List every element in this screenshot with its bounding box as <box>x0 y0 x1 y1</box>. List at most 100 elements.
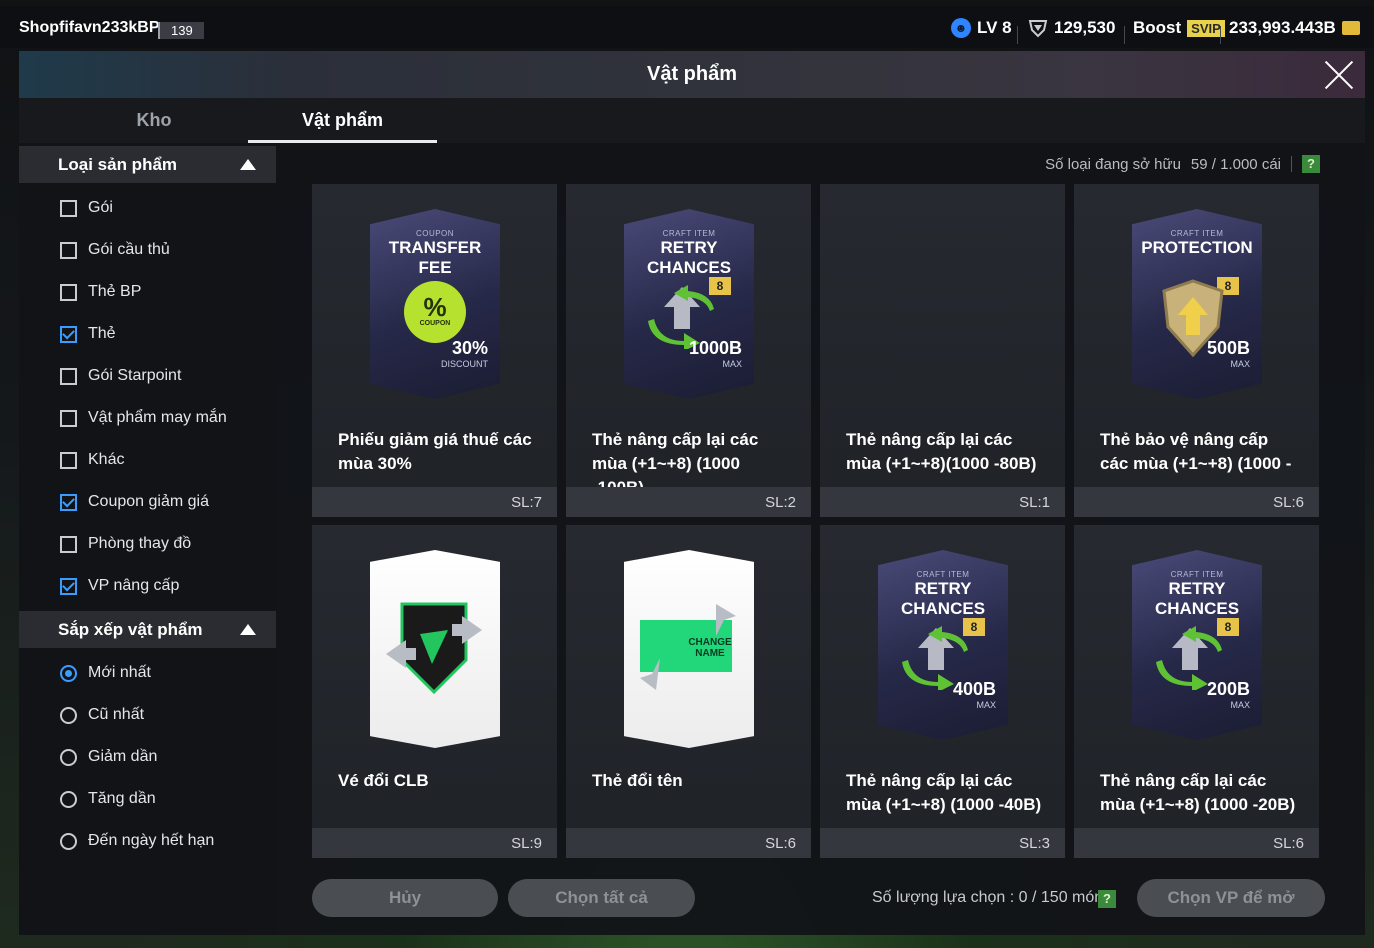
filter-player-packs[interactable]: Gói cầu thủ <box>60 241 170 259</box>
filter-label: Khác <box>88 451 125 468</box>
item-quantity: SL:3 <box>1019 835 1050 852</box>
filter-starpoint-packs[interactable]: Gói Starpoint <box>60 367 181 385</box>
level-indicator: ☻ LV 8 <box>951 18 1012 38</box>
title-bar: Vật phẩm <box>19 51 1365 98</box>
category-section-header[interactable]: Loại sản phẩm <box>19 146 276 183</box>
filter-lucky-items[interactable]: Vật phẩm may mắn <box>60 409 227 427</box>
art-value: 500B MAX <box>1207 338 1250 369</box>
sort-label: Giảm dần <box>88 748 158 765</box>
item-footer: SL:2 <box>566 487 811 517</box>
art-title: RETRY CHANCES <box>646 238 732 277</box>
checkbox[interactable] <box>60 409 77 427</box>
tab-storage[interactable]: Kho <box>59 98 249 143</box>
sort-label: Mới nhất <box>88 664 151 681</box>
filter-coupons[interactable]: Coupon giảm giá <box>60 493 209 511</box>
help-icon[interactable]: ? <box>1098 890 1116 908</box>
art-value-sub: MAX <box>1230 700 1250 710</box>
points-value: 129,530 <box>1054 18 1116 37</box>
filter-sidebar: Loại sản phẩm Gói Gói cầu thủ Thẻ BP Thẻ… <box>19 143 276 935</box>
filter-locker-room[interactable]: Phòng thay đồ <box>60 535 191 553</box>
user-level: 139 <box>158 22 204 39</box>
item-footer: SL:6 <box>566 828 811 858</box>
item-card[interactable]: CRAFT ITEM RETRY CHANCES 8 400B MAX Thẻ n… <box>820 525 1065 858</box>
item-card[interactable]: CHANGE NAME Thẻ đổi tên SL:6 <box>566 525 811 858</box>
checkbox[interactable] <box>60 199 77 217</box>
art-title: TRANSFER FEE <box>388 238 482 277</box>
radio[interactable] <box>60 748 77 766</box>
percent-seal-icon: % COUPON <box>404 281 466 343</box>
radio-selected[interactable] <box>60 664 77 682</box>
item-footer: SL:7 <box>312 487 557 517</box>
radio[interactable] <box>60 790 77 808</box>
checkbox-checked[interactable] <box>60 493 77 511</box>
tab-items[interactable]: Vật phẩm <box>248 98 437 143</box>
checkbox[interactable] <box>60 367 77 385</box>
art-title: PROTECTION <box>1141 238 1253 257</box>
art-value-sub: MAX <box>976 700 996 710</box>
sort-descending[interactable]: Giảm dần <box>60 748 157 766</box>
balance-indicator: 233,993.443B <box>1229 18 1360 38</box>
sort-oldest[interactable]: Cũ nhất <box>60 706 144 724</box>
checkbox[interactable] <box>60 241 77 259</box>
checkbox-checked[interactable] <box>60 577 77 595</box>
craft-card-art: CRAFT ITEM RETRY CHANCES 8 400B MAX <box>878 550 1008 740</box>
item-card[interactable]: CRAFT ITEM PROTECTION 8 500B MAX Thẻ bảo … <box>1074 184 1319 517</box>
item-name: Thẻ nâng cấp lại các mùa (+1~+8) (1000 -… <box>846 771 1042 814</box>
change-name-text: CHANGE NAME <box>688 637 732 659</box>
checkbox[interactable] <box>60 535 77 553</box>
item-name: Thẻ đổi tên <box>592 771 683 790</box>
filter-upgrade-items[interactable]: VP nâng cấp <box>60 577 179 595</box>
sort-newest[interactable]: Mới nhất <box>60 664 151 682</box>
art-subtitle: COUPON <box>415 229 455 238</box>
boost-indicator: Boost SVIP <box>1133 18 1225 38</box>
art-subtitle: CRAFT ITEM <box>1170 570 1224 579</box>
select-all-button[interactable]: Chọn tất cả <box>508 879 695 917</box>
filter-other[interactable]: Khác <box>60 451 124 469</box>
art-value-text: 400B <box>952 679 996 699</box>
radio[interactable] <box>60 706 77 724</box>
filter-cards[interactable]: Thẻ <box>60 325 116 343</box>
item-card[interactable]: Vé đổi CLB SL:9 <box>312 525 557 858</box>
item-card[interactable]: CRAFT ITEM RETRY CHANCES 8 1000B MAX Thẻ … <box>566 184 811 517</box>
cancel-button[interactable]: Hủy <box>312 879 498 917</box>
item-card[interactable]: CRAFT ITEM RETRY CHANCES 8 200B MAX Thẻ n… <box>1074 525 1319 858</box>
radio[interactable] <box>60 832 77 850</box>
craft-card-art: CRAFT ITEM RETRY CHANCES 8 200B MAX <box>1132 550 1262 740</box>
caret-up-icon <box>240 624 256 635</box>
sort-section-header[interactable]: Sắp xếp vật phẩm <box>19 611 276 648</box>
open-selected-button[interactable]: Chọn VP để mở <box>1137 879 1325 917</box>
balance-value: 233,993.443B <box>1229 18 1336 37</box>
filter-bp-cards[interactable]: Thẻ BP <box>60 283 141 301</box>
checkbox-checked[interactable] <box>60 325 77 343</box>
art-subtitle: CRAFT ITEM <box>662 229 716 238</box>
sort-ascending[interactable]: Tăng dần <box>60 790 156 808</box>
filter-packs[interactable]: Gói <box>60 199 113 217</box>
tab-bar: Kho Vật phẩm <box>19 98 1365 143</box>
item-quantity: SL:6 <box>765 835 796 852</box>
item-card[interactable]: COUPON TRANSFER FEE % COUPON 30% DISCOUNT… <box>312 184 557 517</box>
item-quantity: SL:6 <box>1273 494 1304 511</box>
window-title: Vật phẩm <box>646 63 738 85</box>
item-name: Phiếu giảm giá thuế các mùa 30% <box>338 430 532 473</box>
sort-expiry[interactable]: Đến ngày hết hạn <box>60 832 214 850</box>
item-quantity: SL:6 <box>1273 835 1304 852</box>
item-name: Vé đổi CLB <box>338 771 429 790</box>
item-quantity: SL:9 <box>511 835 542 852</box>
checkbox[interactable] <box>60 283 77 301</box>
sort-label: Cũ nhất <box>88 706 145 723</box>
username: Shopfifavn233kBP <box>19 19 160 36</box>
club-change-icon <box>386 602 482 695</box>
close-icon[interactable] <box>1321 57 1357 93</box>
checkbox[interactable] <box>60 451 77 469</box>
items-window: Vật phẩm Kho Vật phẩm Loại sản phẩm Gói … <box>19 51 1365 935</box>
owned-label: Số loại đang sở hữu <box>1045 155 1181 173</box>
item-card[interactable]: Thẻ nâng cấp lại các mùa (+1~+8)(1000 -8… <box>820 184 1065 517</box>
category-header-label: Loại sản phẩm <box>58 155 178 174</box>
filter-label: Phòng thay đồ <box>88 535 192 552</box>
art-value-text: 30% <box>451 338 488 358</box>
divider <box>1291 156 1292 172</box>
bottom-action-bar: Hủy Chọn tất cả Số lượng lựa chọn : 0 / … <box>19 868 1365 935</box>
item-name: Thẻ nâng cấp lại các mùa (+1~+8) (1000 -… <box>1100 771 1296 814</box>
help-icon[interactable]: ? <box>1302 155 1320 173</box>
item-footer: SL:6 <box>1074 828 1319 858</box>
